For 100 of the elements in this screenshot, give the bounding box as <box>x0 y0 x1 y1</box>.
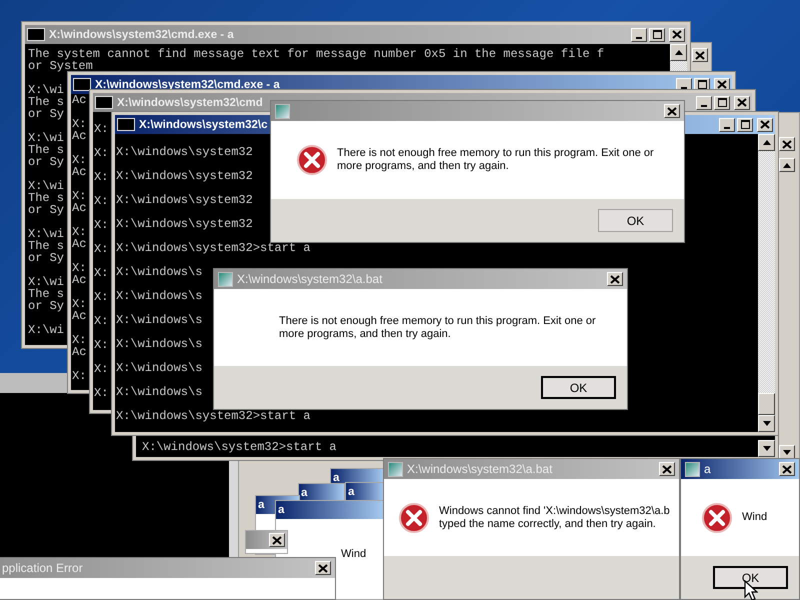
console-line: X:\windows\s <box>116 266 202 278</box>
error-icon <box>701 502 733 534</box>
application-icon <box>275 104 290 118</box>
up-arrow-icon <box>783 162 791 168</box>
window-title: a <box>258 499 264 511</box>
up-arrow-icon <box>674 50 682 55</box>
console-line: X:\wi <box>28 324 64 336</box>
close-button[interactable] <box>734 96 750 110</box>
close-icon <box>672 30 682 39</box>
console-icon <box>73 78 91 91</box>
console-line: Ac <box>72 130 86 142</box>
console-line: or Sy <box>28 108 64 120</box>
close-button[interactable] <box>315 561 331 575</box>
console-line: X: <box>72 262 86 274</box>
console-line: Ac <box>72 94 86 106</box>
console-icon <box>117 118 135 131</box>
ok-button[interactable]: OK <box>713 566 788 589</box>
close-icon <box>610 274 620 284</box>
message-line: There is not enough free memory to run this program. Exit one or <box>337 147 654 160</box>
console-icon <box>27 28 45 41</box>
console-line: X:\windows\system32 <box>116 218 253 230</box>
maximize-button[interactable] <box>649 28 665 42</box>
window-title: X:\windows\system32\cmd <box>117 96 263 108</box>
minimize-button[interactable] <box>631 28 647 42</box>
close-icon <box>662 464 672 474</box>
minimize-button[interactable] <box>696 96 712 110</box>
minimize-icon <box>636 36 642 38</box>
window-title: X:\windows\system32\a.bat <box>237 272 382 286</box>
console-line: X: <box>72 118 86 130</box>
console-line: X: <box>94 243 108 255</box>
close-button[interactable] <box>607 272 623 286</box>
close-button[interactable] <box>779 462 795 476</box>
window-title: a <box>301 487 308 499</box>
console-line: or Sy <box>28 204 64 216</box>
console-line: X:\windows\system32>start a <box>116 410 310 422</box>
console-line: X:\wi <box>28 276 64 288</box>
console-line: Ac <box>72 346 86 358</box>
message-line: more programs, and then try again. <box>337 160 510 173</box>
maximize-icon <box>740 120 750 129</box>
scroll-up-button[interactable] <box>758 134 775 151</box>
application-icon <box>685 462 700 476</box>
console-line: X: <box>94 123 108 135</box>
maximize-button[interactable] <box>737 118 753 132</box>
console-line: X: <box>94 171 108 183</box>
window-title: X:\windows\system32\cmd.exe - a <box>95 78 280 90</box>
console-line: or System <box>28 60 93 72</box>
console-line: X:\wi <box>28 132 64 144</box>
maximize-button[interactable] <box>714 96 730 110</box>
scroll-up-button[interactable] <box>670 44 687 61</box>
close-icon <box>737 98 747 107</box>
console-line: The s <box>28 144 64 156</box>
console-line: or Sy <box>28 252 64 264</box>
close-button[interactable] <box>669 28 685 42</box>
console-line: X: <box>72 370 86 382</box>
minimize-icon <box>724 126 730 128</box>
close-icon <box>667 106 677 116</box>
close-button[interactable] <box>659 462 675 476</box>
console-line: X: <box>94 219 108 231</box>
console-line: The s <box>28 96 64 108</box>
close-icon <box>782 140 792 148</box>
close-icon <box>695 50 705 60</box>
close-icon <box>318 564 328 572</box>
console-line: X: <box>94 387 108 399</box>
console-line: X:\wi <box>28 180 64 192</box>
console-line: X: <box>94 363 108 375</box>
scrollbar-thumb[interactable] <box>758 393 775 415</box>
scroll-down-button[interactable] <box>758 440 775 457</box>
message-line: Wind <box>341 548 366 561</box>
close-button[interactable] <box>757 118 773 132</box>
ok-button[interactable]: OK <box>541 376 616 399</box>
maximize-icon <box>652 30 662 39</box>
scroll-down-button[interactable] <box>758 415 775 432</box>
close-icon <box>272 536 282 544</box>
close-button[interactable] <box>664 104 680 118</box>
console-line: X:\windows\s <box>116 314 202 326</box>
window-title: X:\windows\system32\cmd.exe - a <box>49 28 234 40</box>
ok-button[interactable]: OK <box>598 209 673 232</box>
console-line: X: <box>94 291 108 303</box>
close-button[interactable] <box>269 533 285 547</box>
console-line: The s <box>28 192 64 204</box>
window-title: a <box>704 462 711 476</box>
message-line: typed the name correctly, and then try again. <box>439 518 657 530</box>
scroll-up-button[interactable] <box>779 158 795 172</box>
console-line: X:\windows\system32>start a <box>116 242 310 254</box>
window-title: X:\windows\system32\a.bat <box>407 462 552 476</box>
scroll-down-button[interactable] <box>779 445 795 459</box>
error-icon <box>296 144 328 176</box>
console-line: X:\wi <box>28 228 64 240</box>
close-button[interactable] <box>692 48 708 62</box>
minimize-icon <box>701 104 707 106</box>
close-button[interactable] <box>779 137 795 151</box>
maximize-icon <box>718 98 726 107</box>
console-line: X:\windows\system32 <box>116 146 253 158</box>
down-arrow-icon <box>762 421 770 426</box>
close-icon <box>717 80 727 89</box>
minimize-button[interactable] <box>719 118 735 132</box>
down-arrow-icon <box>762 446 770 451</box>
message-line: Windows cannot find 'X:\windows\system32\a.b <box>439 504 670 518</box>
console-line: X:\windows\s <box>116 290 202 302</box>
window-title: a <box>278 504 284 516</box>
